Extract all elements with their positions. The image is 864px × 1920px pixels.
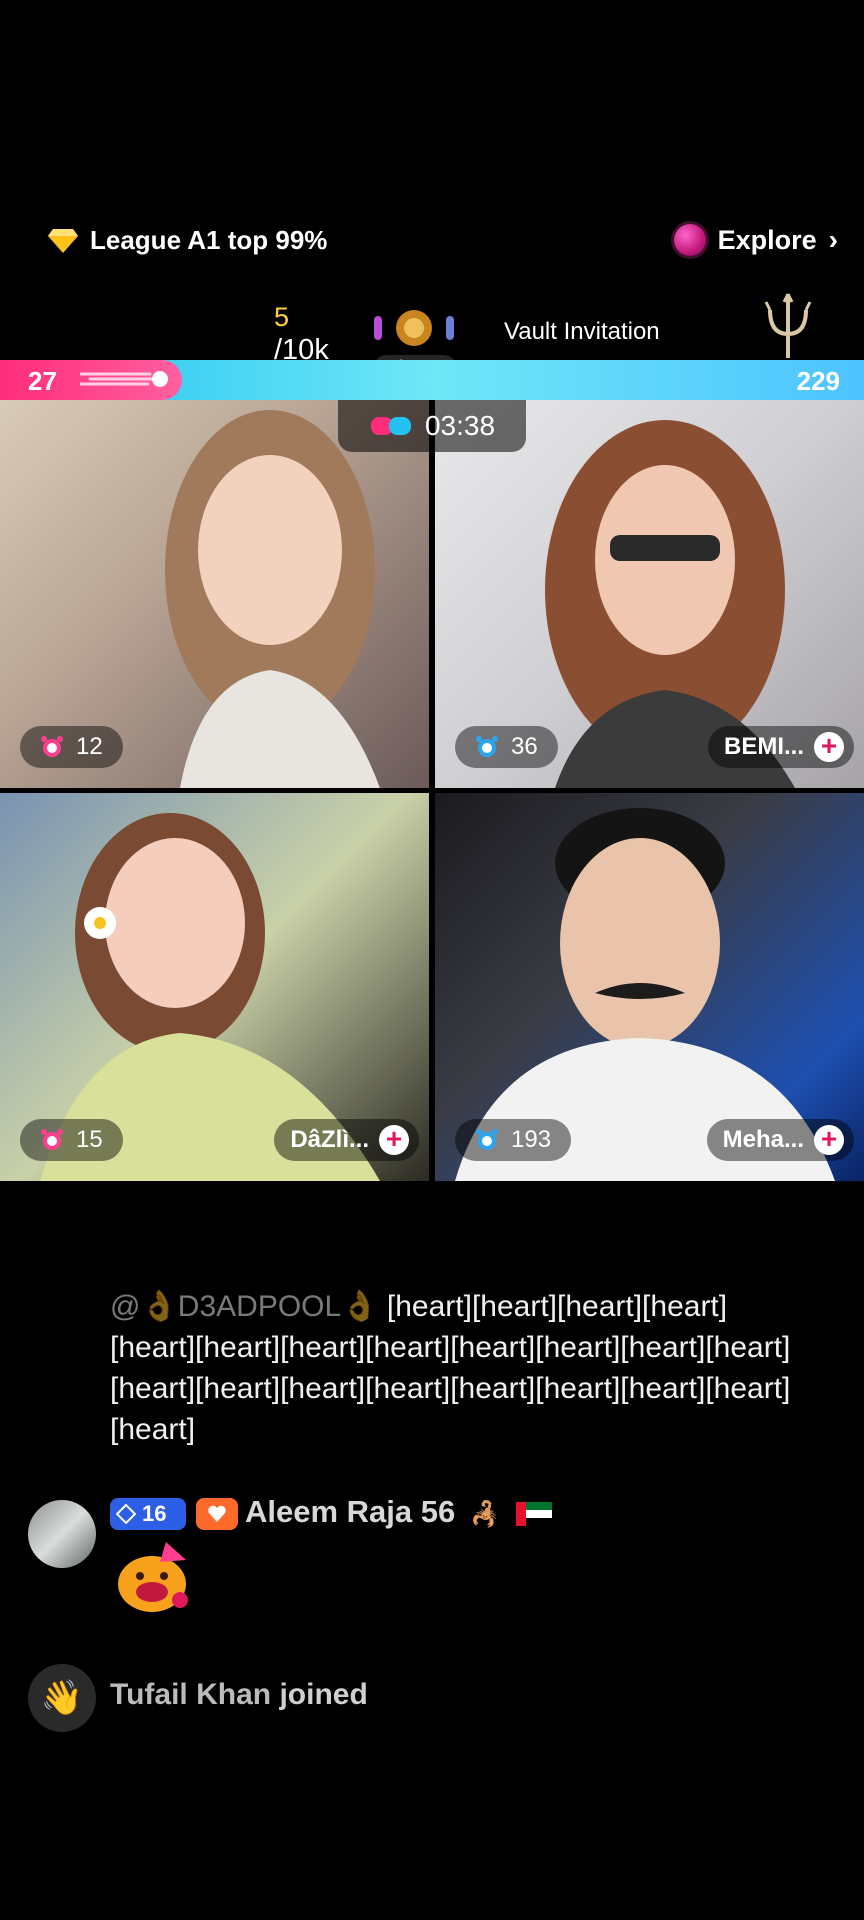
league-rank[interactable]: League A1 top 99%	[48, 218, 327, 262]
speed-streak-icon	[80, 371, 168, 387]
tile-3-name: DâZlì...	[290, 1126, 369, 1153]
uae-flag-icon	[516, 1502, 552, 1526]
pk-countdown: 03:38	[338, 400, 526, 452]
explore-button[interactable]: Explore ›	[673, 218, 838, 262]
party-sticker-icon	[118, 1542, 188, 1612]
league-label: League A1 top 99%	[90, 224, 328, 255]
vault-invitation-link[interactable]: Vault Invitation	[504, 318, 660, 346]
tile-3-fans[interactable]: 15	[20, 1119, 123, 1161]
video-tile-4[interactable]: 193 Meha... +	[435, 793, 864, 1181]
tile-2-name: BEMI...	[723, 733, 804, 760]
chevron-right-icon: ›	[828, 224, 838, 255]
tile-1-count: 12	[76, 733, 103, 760]
level-badge: 16	[110, 1498, 186, 1530]
scorpion-emoji: 🦂	[470, 1501, 500, 1528]
planet-icon	[673, 224, 706, 256]
chat-message-1[interactable]: @👌D3ADPOOL👌 [heart][heart][heart][heart]…	[110, 1286, 810, 1450]
diamond-icon	[48, 229, 78, 253]
tile-4-fans[interactable]: 193	[455, 1119, 572, 1161]
alarm-clock-icon	[41, 736, 63, 757]
follow-plus-icon[interactable]: +	[379, 1125, 409, 1155]
tile-2-name-pill[interactable]: BEMI... +	[707, 726, 854, 768]
video-tile-2[interactable]: 36 BEMI... +	[435, 400, 864, 788]
tile-4-count: 193	[511, 1126, 552, 1153]
tile-4-name: Meha...	[722, 1126, 804, 1153]
video-tile-3[interactable]: 15 DâZlì... +	[0, 793, 429, 1181]
boxing-gloves-icon	[370, 417, 411, 435]
alarm-clock-icon	[476, 1129, 498, 1150]
join-notice: Tufail Khan joined	[110, 1678, 368, 1712]
level-diamond-icon	[116, 1504, 136, 1524]
chat-sender-name[interactable]: Aleem Raja 56	[245, 1494, 455, 1530]
tile-3-count: 15	[76, 1126, 103, 1153]
follow-plus-icon[interactable]: +	[814, 1125, 844, 1155]
joined-user-name[interactable]: Tufail Khan	[110, 1678, 271, 1711]
chat-mention[interactable]: @👌D3ADPOOL👌	[110, 1290, 379, 1323]
pk-right-score: 229	[796, 366, 840, 396]
alarm-clock-icon	[476, 736, 498, 757]
alarm-clock-icon	[41, 1129, 63, 1150]
lion-gift-icon[interactable]	[370, 306, 458, 352]
pk-left-score: 27	[28, 366, 57, 396]
joined-label: joined	[279, 1678, 368, 1711]
video-tile-1[interactable]: 12	[0, 400, 429, 788]
tile-3-name-pill[interactable]: DâZlì... +	[274, 1119, 419, 1161]
explore-label: Explore	[717, 224, 817, 255]
fan-badge	[196, 1498, 238, 1530]
waving-hand-icon: 👋	[28, 1664, 96, 1732]
avatar[interactable]	[28, 1500, 96, 1568]
tile-4-name-pill[interactable]: Meha... +	[706, 1119, 854, 1161]
tile-2-count: 36	[511, 733, 538, 760]
level-number: 16	[142, 1501, 167, 1526]
tile-1-fans[interactable]: 12	[20, 726, 123, 768]
tile-2-fans[interactable]: 36	[455, 726, 558, 768]
follow-plus-icon[interactable]: +	[814, 732, 844, 762]
pk-countdown-time: 03:38	[424, 410, 496, 441]
goal-progress-current: 5	[274, 302, 290, 332]
trident-icon[interactable]	[760, 290, 816, 362]
heart-badge-icon	[208, 1505, 226, 1522]
